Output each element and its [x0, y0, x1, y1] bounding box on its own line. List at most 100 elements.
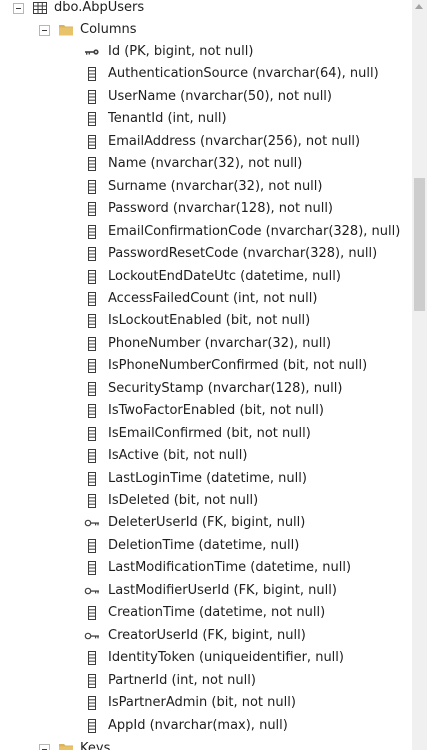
tree-node-column[interactable]: EmailAddress (nvarchar(256), not null) [84, 131, 360, 153]
folder-icon [59, 25, 73, 36]
tree-node-column[interactable]: CreatorUserId (FK, bigint, null) [84, 625, 306, 647]
tree-node-column[interactable]: IsDeleted (bit, not null) [84, 490, 258, 512]
column-icon [84, 89, 108, 105]
tree-node-keys-folder[interactable]: Keys [39, 738, 110, 750]
tree-node-column[interactable]: EmailConfirmationCode (nvarchar(328), nu… [84, 221, 400, 243]
column-icon [84, 224, 108, 240]
column-label: IsEmailConfirmed (bit, not null) [108, 426, 311, 441]
table-icon [33, 2, 47, 14]
column-label: LastLoginTime (datetime, null) [108, 471, 307, 486]
tree-node-column[interactable]: AccessFailedCount (int, not null) [84, 288, 317, 310]
column-icon [84, 471, 108, 487]
column-icon [84, 291, 108, 307]
tree-node-column[interactable]: UserName (nvarchar(50), not null) [84, 86, 332, 108]
tree-node-column[interactable]: IsTwoFactorEnabled (bit, not null) [84, 400, 324, 422]
column-icon [84, 111, 108, 127]
column-label: IsLockoutEnabled (bit, not null) [108, 313, 311, 328]
column-label: IsActive (bit, not null) [108, 448, 248, 463]
column-label: LastModificationTime (datetime, null) [108, 560, 352, 575]
column-icon [84, 358, 108, 374]
column-label: IsPartnerAdmin (bit, not null) [108, 695, 296, 710]
collapse-toggle-icon[interactable] [13, 2, 24, 14]
column-label: EmailConfirmationCode (nvarchar(328), nu… [108, 224, 401, 239]
column-label: LastModifierUserId (FK, bigint, null) [108, 583, 337, 598]
column-icon [84, 134, 108, 150]
tree-node-column[interactable]: IsPartnerAdmin (bit, not null) [84, 692, 296, 714]
column-label: DeletionTime (datetime, null) [108, 538, 300, 553]
expand-toggle-icon[interactable] [39, 743, 50, 750]
column-icon [84, 493, 108, 509]
tree-node-column[interactable]: PasswordResetCode (nvarchar(328), null) [84, 243, 377, 265]
column-icon [84, 673, 108, 689]
column-icon [84, 448, 108, 464]
column-icon [84, 201, 108, 217]
column-icon [84, 269, 108, 285]
column-icon [84, 381, 108, 397]
column-icon [84, 336, 108, 352]
column-label: AppId (nvarchar(max), null) [108, 718, 288, 733]
scroll-up-arrow-icon[interactable] [412, 0, 427, 15]
column-icon [84, 718, 108, 734]
primary-key-icon [84, 44, 108, 60]
tree-node-column[interactable]: LastModifierUserId (FK, bigint, null) [84, 580, 337, 602]
tree-node-column[interactable]: Surname (nvarchar(32), not null) [84, 176, 322, 198]
vertical-scrollbar[interactable] [412, 0, 427, 750]
column-icon [84, 538, 108, 554]
column-icon [84, 179, 108, 195]
foreign-key-icon [84, 583, 108, 599]
column-label: IdentityToken (uniqueidentifier, null) [108, 650, 344, 665]
column-label: Password (nvarchar(128), not null) [108, 201, 333, 216]
tree-node-column[interactable]: DeleterUserId (FK, bigint, null) [84, 512, 305, 534]
column-icon [84, 426, 108, 442]
tree-node-column[interactable]: LockoutEndDateUtc (datetime, null) [84, 266, 341, 288]
tree-node-column[interactable]: AppId (nvarchar(max), null) [84, 715, 288, 737]
tree-node-column[interactable]: IdentityToken (uniqueidentifier, null) [84, 647, 344, 669]
columns-folder-label: Columns [80, 22, 137, 37]
tree-node-column[interactable]: LastModificationTime (datetime, null) [84, 557, 351, 579]
column-label: TenantId (int, null) [108, 111, 227, 126]
column-label: AccessFailedCount (int, not null) [108, 291, 318, 306]
tree-node-column[interactable]: LastLoginTime (datetime, null) [84, 468, 307, 490]
tree-node-column[interactable]: IsEmailConfirmed (bit, not null) [84, 423, 311, 445]
tree-node-column[interactable]: Id (PK, bigint, not null) [84, 41, 253, 63]
keys-folder-label: Keys [80, 741, 111, 750]
collapse-toggle-icon[interactable] [39, 24, 50, 36]
foreign-key-icon [84, 515, 108, 531]
column-icon [84, 246, 108, 262]
column-icon [84, 605, 108, 621]
column-label: Name (nvarchar(32), not null) [108, 156, 303, 171]
column-label: IsDeleted (bit, not null) [108, 493, 259, 508]
tree-node-column[interactable]: DeletionTime (datetime, null) [84, 535, 299, 557]
foreign-key-icon [84, 628, 108, 644]
column-label: Surname (nvarchar(32), not null) [108, 179, 323, 194]
column-label: IsTwoFactorEnabled (bit, not null) [108, 403, 324, 418]
tree-node-column[interactable]: PartnerId (int, not null) [84, 670, 256, 692]
tree-node-columns-folder[interactable]: Columns [39, 19, 137, 41]
column-label: DeleterUserId (FK, bigint, null) [108, 515, 306, 530]
tree-node-column[interactable]: IsLockoutEnabled (bit, not null) [84, 310, 310, 332]
column-label: LockoutEndDateUtc (datetime, null) [108, 269, 341, 284]
tree-node-column[interactable]: AuthenticationSource (nvarchar(64), null… [84, 63, 379, 85]
tree-node-column[interactable]: TenantId (int, null) [84, 108, 227, 130]
tree-node-column[interactable]: IsActive (bit, not null) [84, 445, 247, 467]
tree-node-column[interactable]: Password (nvarchar(128), not null) [84, 198, 333, 220]
tree-node-column[interactable]: IsPhoneNumberConfirmed (bit, not null) [84, 355, 367, 377]
column-label: PhoneNumber (nvarchar(32), null) [108, 336, 332, 351]
folder-icon [59, 744, 73, 750]
column-icon [84, 156, 108, 172]
column-label: PasswordResetCode (nvarchar(328), null) [108, 246, 378, 261]
tree-node-column[interactable]: CreationTime (datetime, not null) [84, 602, 325, 624]
tree-node-column[interactable]: SecurityStamp (nvarchar(128), null) [84, 378, 342, 400]
column-icon [84, 66, 108, 82]
column-label: EmailAddress (nvarchar(256), not null) [108, 134, 361, 149]
column-label: SecurityStamp (nvarchar(128), null) [108, 381, 343, 396]
column-icon [84, 650, 108, 666]
column-label: CreatorUserId (FK, bigint, null) [108, 628, 306, 643]
tree-node-table[interactable]: dbo.AbpUsers [13, 0, 144, 19]
tree-node-column[interactable]: PhoneNumber (nvarchar(32), null) [84, 333, 331, 355]
scrollbar-thumb[interactable] [414, 178, 425, 311]
column-icon [84, 403, 108, 419]
column-label: IsPhoneNumberConfirmed (bit, not null) [108, 358, 368, 373]
column-label: UserName (nvarchar(50), not null) [108, 89, 332, 104]
tree-node-column[interactable]: Name (nvarchar(32), not null) [84, 153, 302, 175]
